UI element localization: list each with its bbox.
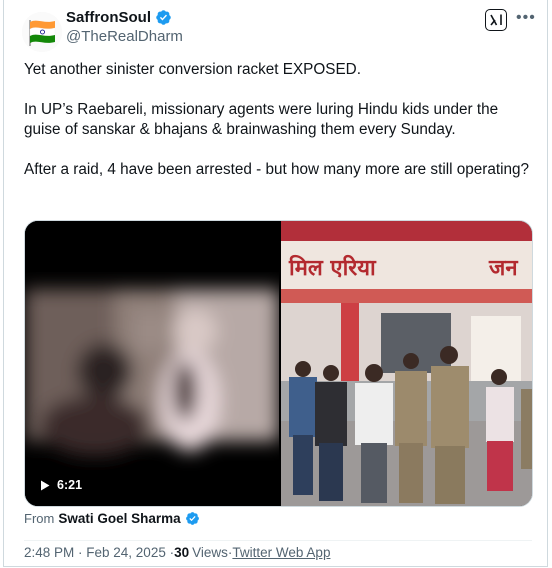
video-thumbnail[interactable]: 6:21 — [25, 221, 279, 506]
video-duration-badge: 6:21 — [33, 474, 89, 496]
divider — [24, 540, 532, 541]
photo-thumbnail[interactable]: मिल एरिया जन — [281, 221, 532, 506]
source-prefix: From — [24, 511, 55, 526]
source-attribution: From Swati Goel Sharma — [24, 511, 200, 526]
sign-text-left: मिल एरिया — [288, 254, 377, 281]
play-icon — [41, 480, 50, 490]
video-frame — [25, 221, 279, 506]
grok-button[interactable] — [485, 9, 507, 31]
media-grid: 6:21 मिल एरिया जन — [24, 220, 533, 507]
avatar[interactable] — [22, 12, 62, 52]
views-label: Views — [192, 545, 228, 560]
sign-text-right: जन — [488, 256, 518, 281]
source-name[interactable]: Swati Goel Sharma — [58, 511, 180, 526]
author-name-row[interactable]: SaffronSoul — [66, 9, 172, 26]
grok-icon — [490, 14, 502, 26]
verified-badge-icon — [156, 10, 171, 25]
arrest-photo: मिल एरिया जन — [281, 221, 532, 506]
tweet-meta: 2:48 PM · Feb 24, 2025 · 30 Views · Twit… — [24, 545, 330, 560]
author-display-name[interactable]: SaffronSoul — [66, 9, 151, 26]
source-app-link[interactable]: Twitter Web App — [232, 545, 330, 560]
video-duration: 6:21 — [57, 478, 83, 492]
more-icon[interactable]: ••• — [516, 10, 536, 26]
india-flag-icon — [22, 12, 62, 52]
tweet-card: SaffronSoul @TheRealDharm ••• Yet anothe… — [3, 0, 548, 567]
tweet-text: Yet another sinister conversion racket E… — [24, 61, 530, 178]
views-count: 30 — [174, 545, 190, 560]
author-handle[interactable]: @TheRealDharm — [66, 28, 183, 45]
verified-badge-icon — [185, 512, 199, 525]
timestamp[interactable]: 2:48 PM · Feb 24, 2025 · — [24, 545, 174, 560]
